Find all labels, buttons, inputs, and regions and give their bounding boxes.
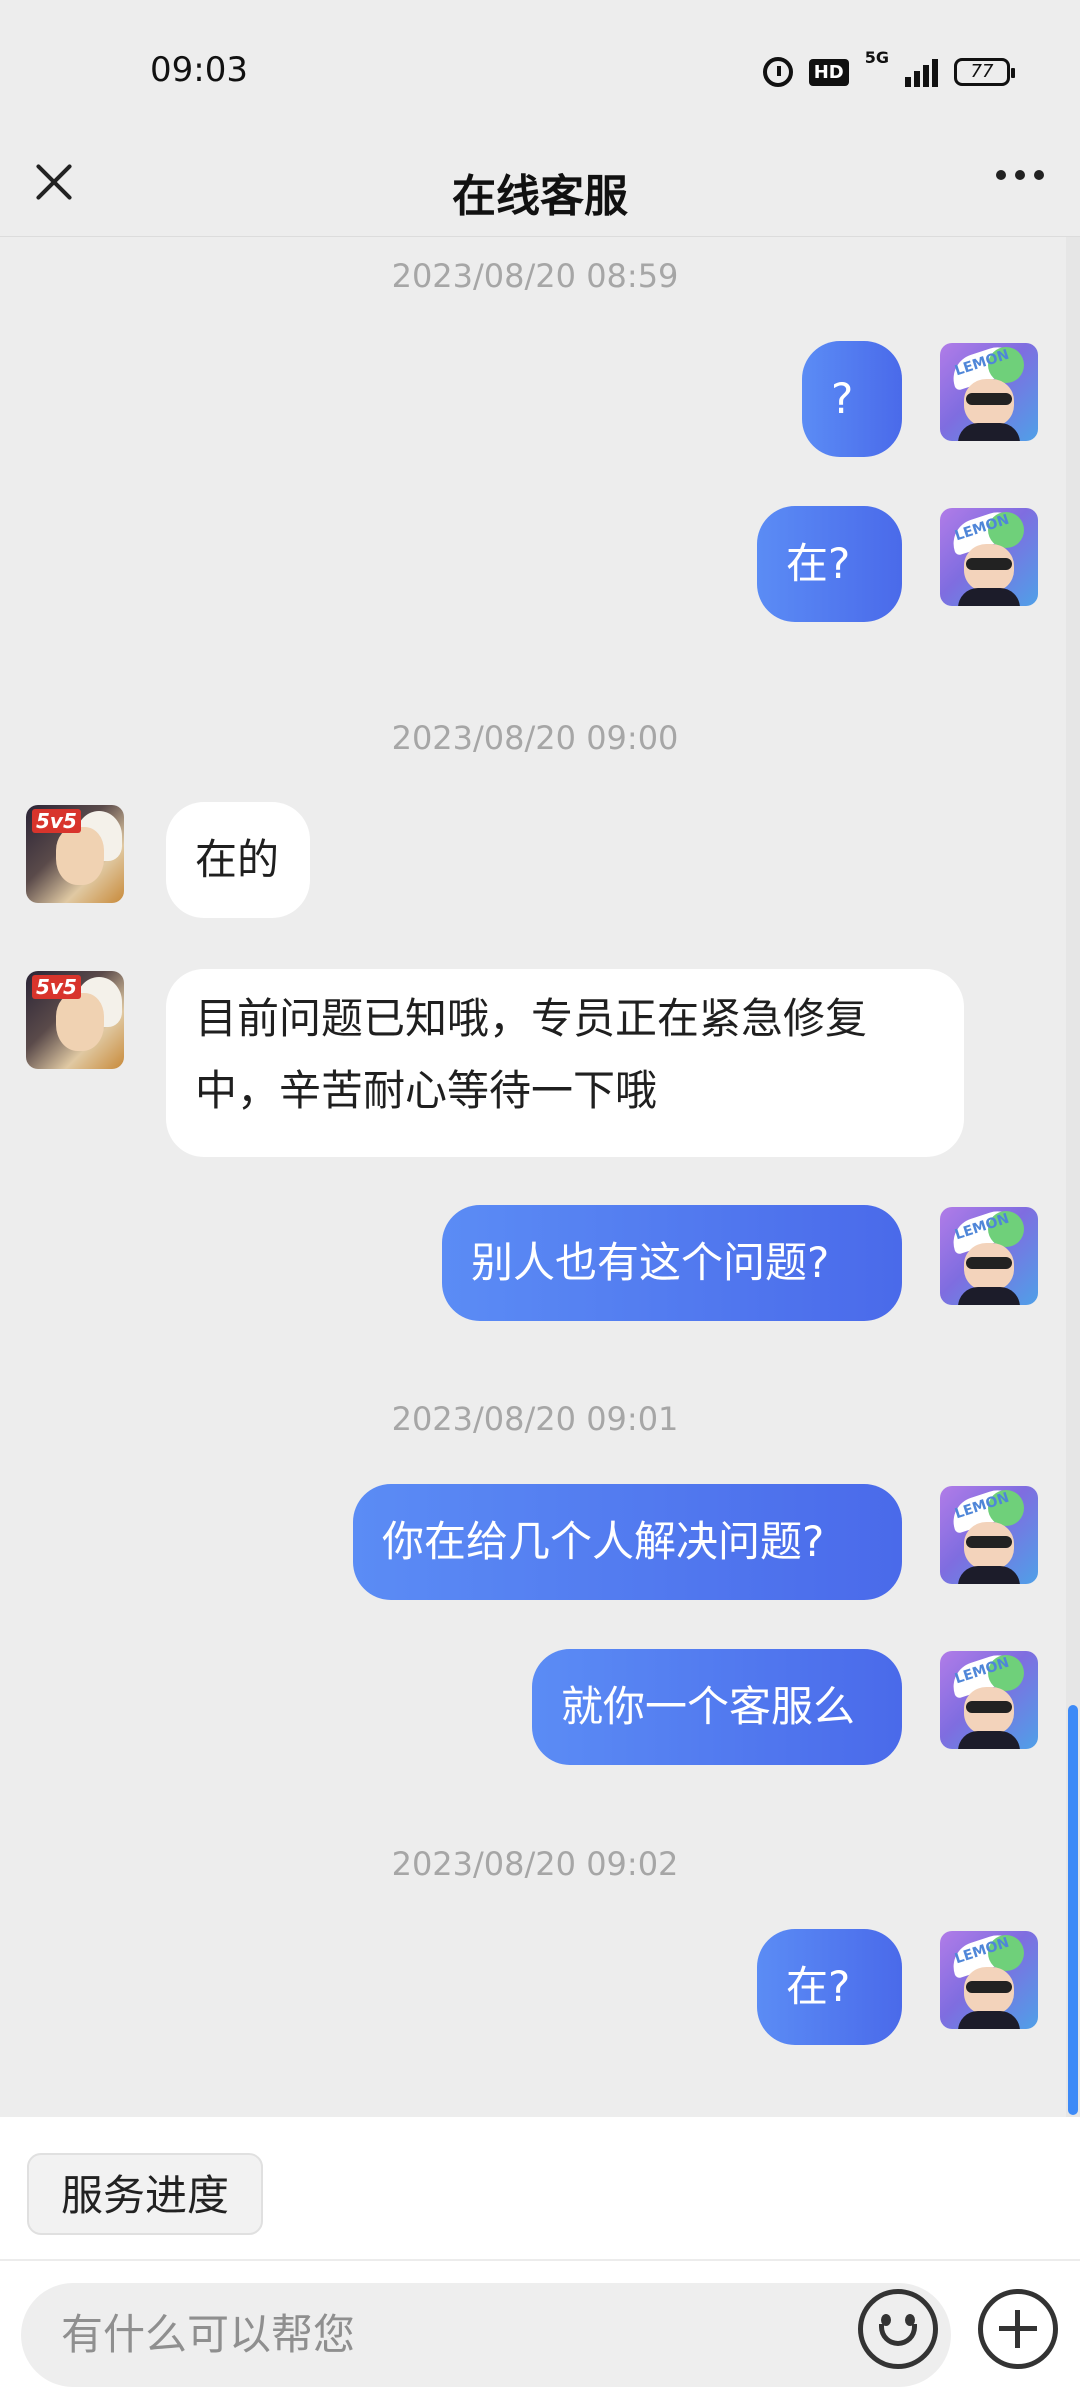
alarm-icon (762, 57, 793, 87)
scrollbar-thumb[interactable] (1068, 1705, 1078, 2115)
signal-icon (905, 57, 938, 87)
outgoing-message[interactable]: 就你一个客服么 (532, 1649, 902, 1765)
divider (0, 2259, 1080, 2261)
network-type-label: 5G (864, 48, 889, 67)
bottom-panel: 服务进度 有什么可以帮您 (0, 2117, 1080, 2400)
message-input[interactable]: 有什么可以帮您 (21, 2283, 951, 2387)
status-bar: 09:03 HD 5G 77 (0, 0, 1080, 140)
page-title: 在线客服 (452, 171, 628, 222)
message-timestamp: 2023/08/20 09:02 (391, 1845, 679, 1883)
message-input-placeholder: 有什么可以帮您 (61, 2310, 356, 2359)
outgoing-message[interactable]: 在? (757, 1929, 902, 2045)
incoming-message-line: 目前问题已知哦，专员正在紧急修复 (195, 994, 868, 1043)
user-avatar[interactable]: LEMON (940, 508, 1038, 606)
user-avatar[interactable]: LEMON (940, 1486, 1038, 1584)
outgoing-message[interactable]: 你在给几个人解决问题? (353, 1484, 902, 1600)
chat-list[interactable]: 2023/08/20 08:59 ? LEMON 在? LEMON 2023/0… (0, 237, 1080, 2117)
outgoing-message[interactable]: ? (802, 341, 902, 457)
status-icons: HD 5G 77 (762, 48, 1015, 94)
outgoing-message[interactable]: 别人也有这个问题? (442, 1205, 902, 1321)
status-time: 09:03 (150, 50, 248, 90)
incoming-message[interactable]: 目前问题已知哦，专员正在紧急修复 中，辛苦耐心等待一下哦 (166, 969, 964, 1157)
service-progress-button[interactable]: 服务进度 (27, 2153, 264, 2235)
more-icon[interactable] (996, 170, 1044, 180)
hd-icon: HD (808, 58, 849, 86)
user-avatar[interactable]: LEMON (940, 343, 1038, 441)
emoji-icon[interactable] (858, 2289, 938, 2369)
incoming-message[interactable]: 在的 (166, 802, 310, 918)
user-avatar[interactable]: LEMON (940, 1651, 1038, 1749)
agent-avatar[interactable]: 5v5 (26, 971, 124, 1069)
user-avatar[interactable]: LEMON (940, 1207, 1038, 1305)
incoming-message-line: 中，辛苦耐心等待一下哦 (195, 1066, 658, 1115)
outgoing-message[interactable]: 在? (757, 506, 902, 622)
message-timestamp: 2023/08/20 08:59 (391, 257, 679, 295)
battery-icon: 77 (954, 58, 1015, 86)
plus-icon[interactable] (978, 2289, 1058, 2369)
message-timestamp: 2023/08/20 09:00 (391, 719, 679, 757)
agent-avatar[interactable]: 5v5 (26, 805, 124, 903)
message-timestamp: 2023/08/20 09:01 (391, 1400, 679, 1438)
nav-bar: 在线客服 (0, 140, 1080, 237)
user-avatar[interactable]: LEMON (940, 1931, 1038, 2029)
